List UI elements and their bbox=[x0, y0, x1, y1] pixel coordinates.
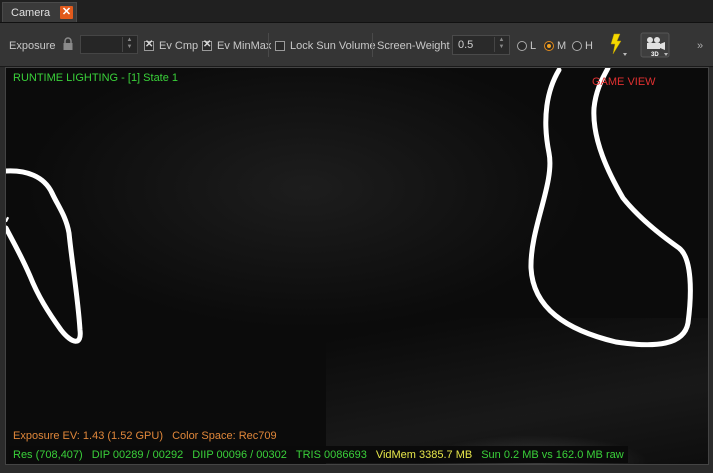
stat-dip: DIP 00289 / 00292 bbox=[91, 448, 184, 461]
ev-minmax-label: Ev MinMax bbox=[217, 40, 272, 52]
exposure-label: Exposure bbox=[9, 40, 56, 52]
quality-high-label: H bbox=[585, 40, 593, 52]
tab-bar: Camera ✕ bbox=[0, 0, 713, 23]
stat-sun: Sun 0.2 MB vs 162.0 MB raw bbox=[481, 448, 624, 461]
tab-camera[interactable]: Camera ✕ bbox=[2, 2, 77, 22]
selection-outline-shapes bbox=[6, 68, 693, 348]
lightning-icon[interactable] bbox=[605, 32, 629, 58]
ev-cmp-checkbox[interactable]: Ev Cmp bbox=[144, 38, 198, 54]
lock-sun-check-icon[interactable] bbox=[275, 41, 285, 51]
radio-low-icon[interactable] bbox=[517, 41, 527, 51]
camera-toolbar: Exposure ▲▼ Ev Cmp Ev MinMax Lock Sun Vo… bbox=[0, 23, 713, 67]
stat-diip: DIIP 00096 / 00302 bbox=[192, 448, 287, 461]
stat-vidmem: VidMem 3385.7 MB bbox=[375, 448, 473, 461]
lock-sun-label: Lock Sun Volume bbox=[290, 40, 376, 52]
ev-minmax-check-icon[interactable] bbox=[202, 39, 212, 51]
close-icon[interactable]: ✕ bbox=[60, 6, 73, 19]
screen-weight-value: 0.5 bbox=[458, 39, 474, 51]
exposure-ev-text: Exposure EV: 1.43 (1.52 GPU) bbox=[13, 430, 163, 442]
game-view-label: GAME VIEW bbox=[592, 76, 656, 88]
camera-3d-badge: 3D bbox=[651, 52, 659, 58]
screen-weight-label: Screen-Weight bbox=[377, 40, 450, 52]
radio-high-icon[interactable] bbox=[572, 41, 582, 51]
exposure-ev-readout: Exposure EV: 1.43 (1.52 GPU) Color Space… bbox=[13, 430, 277, 442]
quality-medium-label: M bbox=[557, 40, 567, 52]
toolbar-divider bbox=[268, 33, 269, 57]
lock-sun-volume-checkbox[interactable]: Lock Sun Volume bbox=[275, 38, 376, 54]
camera-3d-icon[interactable]: 3D bbox=[640, 32, 670, 58]
chevron-right-icon[interactable]: » bbox=[697, 38, 703, 54]
quality-high-radio[interactable]: H bbox=[572, 38, 593, 54]
toolbar-divider bbox=[372, 33, 373, 57]
color-space-text: Color Space: Rec709 bbox=[172, 430, 277, 442]
stat-res: Res (708,407) bbox=[13, 448, 83, 461]
exposure-spinner[interactable]: ▲ ▼ bbox=[122, 37, 136, 52]
exposure-input[interactable]: ▲ ▼ bbox=[80, 35, 138, 54]
ev-cmp-label: Ev Cmp bbox=[159, 40, 199, 52]
stat-tris: TRIS 0086693 bbox=[295, 448, 367, 461]
quality-low-label: L bbox=[530, 40, 537, 52]
ev-minmax-checkbox[interactable]: Ev MinMax bbox=[202, 38, 271, 54]
tab-camera-label: Camera bbox=[11, 6, 51, 19]
render-stats-bar: Res (708,407) DIP 00289 / 00292 DIIP 000… bbox=[9, 446, 628, 463]
ev-cmp-check-icon[interactable] bbox=[144, 39, 154, 51]
runtime-lighting-label: RUNTIME LIGHTING - [1] State 1 bbox=[13, 72, 179, 84]
lock-icon[interactable] bbox=[62, 37, 74, 51]
screen-weight-input[interactable]: 0.5 ▲ ▼ bbox=[452, 35, 510, 55]
quality-low-radio[interactable]: L bbox=[517, 38, 536, 54]
game-viewport[interactable]: RUNTIME LIGHTING - [1] State 1 GAME VIEW… bbox=[5, 67, 709, 465]
screen-weight-spinner[interactable]: ▲ ▼ bbox=[494, 37, 508, 52]
radio-medium-icon[interactable] bbox=[544, 41, 554, 51]
quality-medium-radio[interactable]: M bbox=[544, 38, 566, 54]
